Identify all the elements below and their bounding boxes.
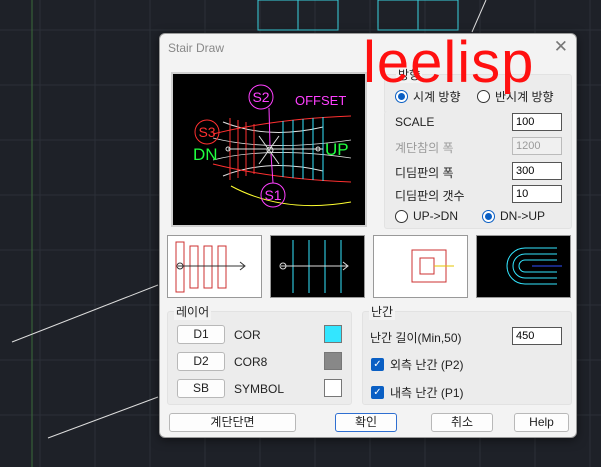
railing-length-input[interactable]: [512, 327, 562, 345]
scale-label: SCALE: [395, 115, 435, 129]
layer-sb-color-swatch[interactable]: [324, 379, 342, 397]
preview-s1-label: S1: [264, 187, 281, 203]
railing-group-label: 난간: [369, 303, 396, 320]
layer-sb-name: SYMBOL: [234, 382, 285, 396]
inner-railing-label: 내측 난간 (P1): [390, 386, 464, 400]
railing-length-label: 난간 길이(Min,50): [370, 331, 462, 345]
layer-d1-name: COR: [234, 328, 261, 342]
ok-button[interactable]: 확인: [335, 413, 397, 432]
stair-draw-dialog: Stair Draw ✕ S2 S1 S3 DN UP OFFSET 방향 시계…: [159, 30, 577, 438]
preview-offset-label: OFFSET: [295, 93, 346, 108]
radio-up-dn[interactable]: UP->DN: [395, 209, 458, 223]
stair-type-thumb-3[interactable]: [373, 235, 468, 298]
layer-d1-color-swatch[interactable]: [324, 325, 342, 343]
preview-up-label: UP: [325, 140, 349, 159]
radio-indicator: [395, 209, 408, 223]
radio-dn-up-label: DN->UP: [500, 209, 546, 223]
layer-d2-color-swatch[interactable]: [324, 352, 342, 370]
layer-sb-button[interactable]: SB: [177, 379, 225, 398]
inner-railing-checkbox[interactable]: ✓ 내측 난간 (P1): [371, 384, 464, 401]
tread-width-input[interactable]: [512, 162, 562, 180]
dialog-title: Stair Draw: [168, 41, 225, 55]
scale-input[interactable]: [512, 113, 562, 131]
stair-width-label: 계단참의 폭: [395, 141, 454, 155]
outer-railing-checkbox[interactable]: ✓ 외측 난간 (P2): [371, 356, 464, 373]
radio-dn-up[interactable]: DN->UP: [482, 209, 545, 223]
stair-type-thumb-2[interactable]: [270, 235, 365, 298]
watermark-text: leelisp: [363, 30, 535, 95]
section-button[interactable]: 계단단면: [169, 413, 296, 432]
layer-d1-button[interactable]: D1: [177, 325, 225, 344]
check-icon: ✓: [371, 386, 384, 399]
preview-s3-label: S3: [198, 124, 215, 140]
layer-d2-name: COR8: [234, 355, 268, 369]
close-icon[interactable]: ✕: [554, 37, 568, 57]
stair-width-input[interactable]: [512, 137, 562, 155]
preview-dn-label: DN: [193, 145, 218, 164]
radio-indicator: [482, 209, 495, 223]
layer-group-label: 레이어: [174, 303, 212, 320]
tread-count-label: 디딤판의 갯수: [395, 189, 465, 203]
cancel-button[interactable]: 취소: [431, 413, 493, 432]
tread-width-label: 디딤판의 폭: [395, 166, 454, 180]
outer-railing-label: 외측 난간 (P2): [390, 358, 464, 372]
preview-s2-label: S2: [252, 89, 269, 105]
radio-up-dn-label: UP->DN: [413, 209, 459, 223]
stair-type-thumb-1[interactable]: [167, 235, 262, 298]
help-button[interactable]: Help: [514, 413, 569, 432]
layer-d2-button[interactable]: D2: [177, 352, 225, 371]
check-icon: ✓: [371, 358, 384, 371]
stair-type-thumb-4[interactable]: [476, 235, 571, 298]
tread-count-input[interactable]: [512, 185, 562, 203]
stair-preview: S2 S1 S3 DN UP OFFSET: [171, 72, 367, 227]
